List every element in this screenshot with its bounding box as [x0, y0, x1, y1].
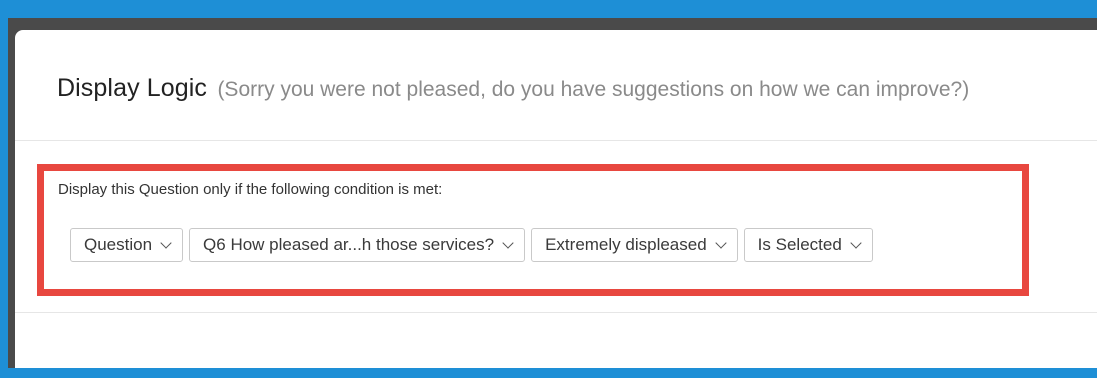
chevron-down-icon: [160, 236, 172, 249]
chevron-down-icon: [715, 236, 727, 249]
answer-choice-dropdown[interactable]: Extremely displeased: [531, 228, 738, 262]
chevron-down-icon: [850, 236, 862, 249]
dialog-body: Display this Question only if the follow…: [15, 141, 1097, 313]
condition-highlight: Display this Question only if the follow…: [37, 164, 1029, 296]
display-logic-dialog: Display Logic (Sorry you were not please…: [15, 30, 1097, 368]
chevron-down-icon: [502, 236, 514, 249]
question-select-dropdown[interactable]: Q6 How pleased ar...h those services?: [189, 228, 526, 262]
condition-description: Display this Question only if the follow…: [58, 181, 443, 198]
operator-dropdown[interactable]: Is Selected: [743, 228, 873, 262]
dropdown-label: Is Selected: [757, 235, 842, 254]
dialog-header: Display Logic (Sorry you were not please…: [15, 30, 1097, 141]
dialog-title: Display Logic: [57, 74, 207, 102]
dropdown-label: Extremely displeased: [545, 235, 707, 254]
dropdown-label: Q6 How pleased ar...h those services?: [203, 235, 495, 254]
question-type-dropdown[interactable]: Question: [70, 228, 184, 262]
title-row: Display Logic (Sorry you were not please…: [57, 74, 969, 103]
question-subtitle: (Sorry you were not pleased, do you have…: [217, 78, 970, 101]
dropdown-label: Question: [84, 235, 153, 254]
condition-dropdowns: Question Q6 How pleased ar...h those ser…: [70, 228, 873, 262]
